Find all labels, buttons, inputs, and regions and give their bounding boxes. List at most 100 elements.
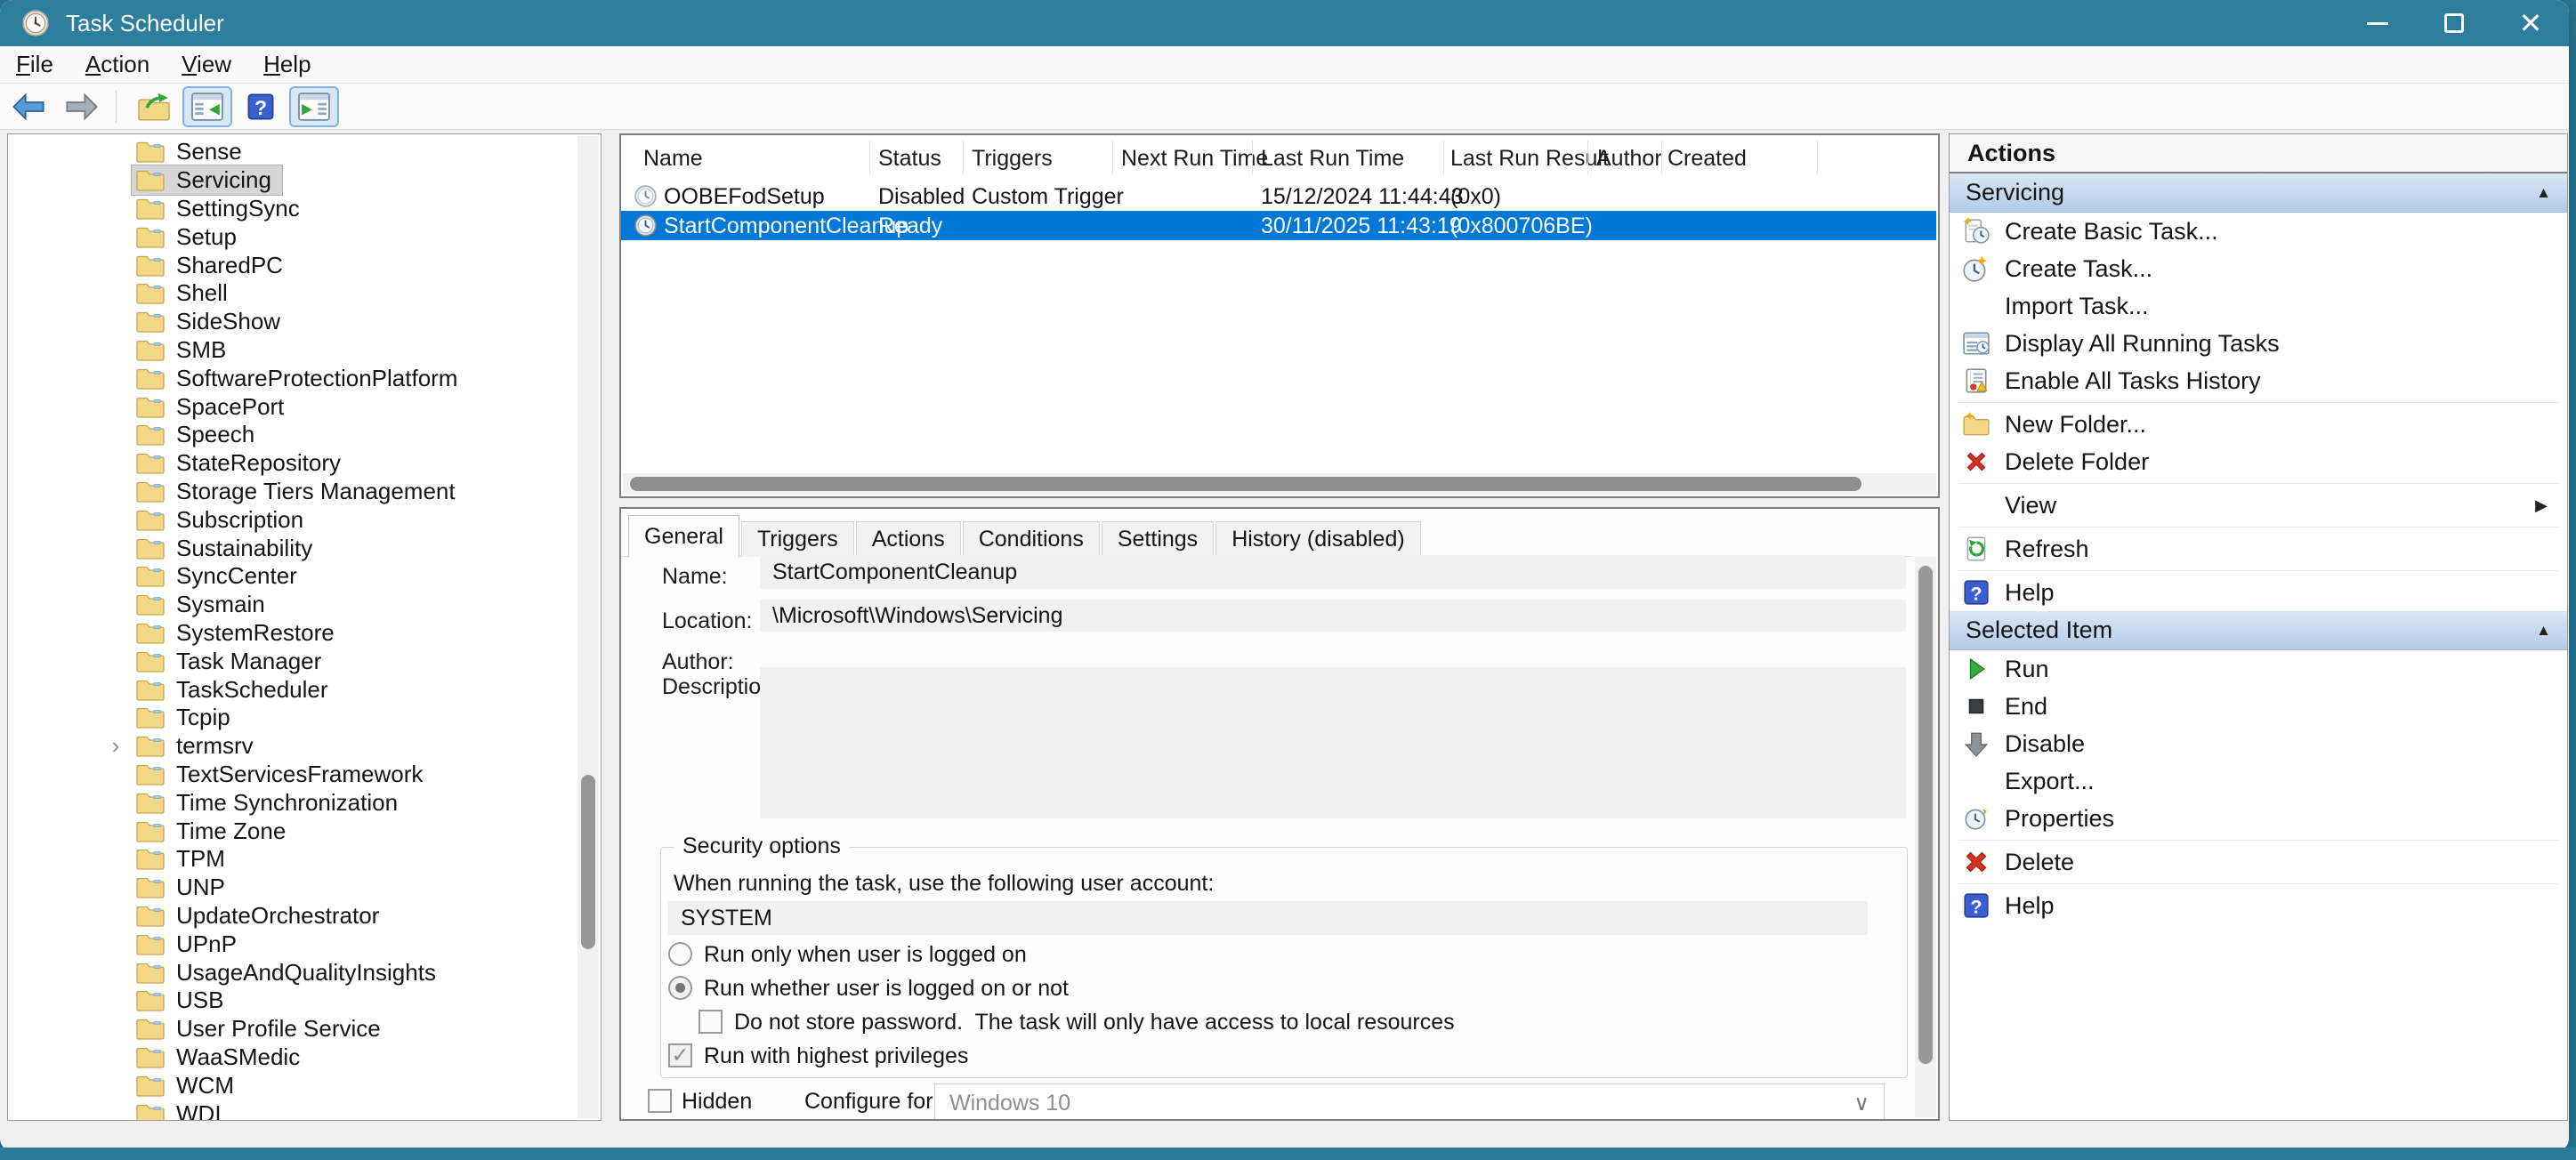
menu-action[interactable]: Action [69,51,166,78]
column-header-author[interactable]: Author [1596,146,1662,172]
tree-node-box[interactable]: Storage Tiers Management [131,476,467,507]
radio-run-only-logged-on-label[interactable]: Run only when user is logged on [704,942,1027,968]
tree-item-sysmain[interactable]: Sysmain [8,591,576,619]
tree-item-usb[interactable]: USB [8,987,576,1015]
tree-item-wcm[interactable]: WCM [8,1071,576,1100]
titlebar[interactable]: Task Scheduler ✕ [0,0,2569,46]
column-header-name[interactable]: Name [643,146,703,172]
tree-item-spaceport[interactable]: SpacePort [8,392,576,421]
radio-run-logged-on-or-not[interactable] [668,976,692,1000]
tab-settings[interactable]: Settings [1102,521,1214,557]
tree-node-box[interactable]: SMB [131,334,238,366]
menu-help[interactable]: Help [247,51,327,78]
tree-node-box[interactable]: SharedPC [131,250,295,281]
tree-node-box[interactable]: Sense [131,138,254,167]
column-separator[interactable] [1252,141,1253,174]
tree-item-sideshow[interactable]: SideShow [8,308,576,336]
tree-item-systemrestore[interactable]: SystemRestore [8,619,576,648]
tab-conditions[interactable]: Conditions [963,521,1100,557]
action-item-create-task[interactable]: Create Task... [1950,250,2567,287]
checkbox-hidden[interactable] [648,1089,672,1113]
tree-node-box[interactable]: Setup [131,222,248,253]
tree-node-box[interactable]: Subscription [131,504,315,536]
tree-item-termsrv[interactable]: ›termsrv [8,732,576,761]
maximize-icon[interactable] [2416,0,2492,46]
tree-node-box[interactable]: SettingSync [131,193,311,224]
tab-actions[interactable]: Actions [856,521,961,557]
column-header-last-run-result[interactable]: Last Run Result [1450,146,1609,172]
tree-node-box[interactable]: TextServicesFramework [131,759,434,790]
checkbox-hidden-label[interactable]: Hidden [682,1089,752,1115]
tree-item-setup[interactable]: Setup [8,222,576,251]
action-item-properties[interactable]: Properties [1950,800,2567,837]
action-item-help[interactable]: ?Help [1950,887,2567,924]
tree-node-box[interactable]: WDI [131,1099,233,1121]
action-item-export[interactable]: Export... [1950,762,2567,800]
action-item-import-task[interactable]: Import Task... [1950,287,2567,325]
forward-icon[interactable] [57,86,107,127]
minimize-icon[interactable] [2339,0,2416,46]
column-separator[interactable] [1661,141,1662,174]
tree-vertical-scrollbar[interactable] [577,136,599,1118]
tree-item-unp[interactable]: UNP [8,874,576,902]
radio-run-only-logged-on[interactable] [668,942,692,966]
column-header-last-run-time[interactable]: Last Run Time [1261,146,1404,172]
tree-item-speech[interactable]: Speech [8,421,576,449]
close-icon[interactable]: ✕ [2492,0,2569,46]
action-item-end[interactable]: End [1950,688,2567,725]
column-header-next-run-time[interactable]: Next Run Time [1121,146,1268,172]
tab-general[interactable]: General [628,515,739,557]
tree-item-subscription[interactable]: Subscription [8,505,576,534]
tree-item-softwareprotectionplatform[interactable]: SoftwareProtectionPlatform [8,364,576,392]
tree-node-box[interactable]: Sustainability [131,533,324,564]
details-vertical-scrollbar[interactable] [1915,557,1936,1117]
action-item-view[interactable]: View▶ [1950,487,2567,524]
tree-item-sharedpc[interactable]: SharedPC [8,251,576,279]
column-separator[interactable] [1587,141,1588,174]
tree-node-box[interactable]: UPnP [131,929,248,960]
action-item-disable[interactable]: Disable [1950,725,2567,762]
expander-chevron-icon[interactable]: › [101,732,131,760]
radio-run-logged-on-or-not-label[interactable]: Run whether user is logged on or not [704,976,1069,1002]
column-header-triggers[interactable]: Triggers [972,146,1053,172]
task-row-oobefodsetup[interactable]: OOBEFodSetupDisabledCustom Trigger15/12/… [621,181,1936,211]
collapse-arrow-icon[interactable]: ▲ [2536,622,2551,640]
collapse-arrow-icon[interactable]: ▲ [2536,184,2551,202]
tree-node-box[interactable]: WCM [131,1070,246,1101]
tree-node-box[interactable]: TPM [131,843,237,874]
menu-view[interactable]: View [166,51,247,78]
tree-item-sense[interactable]: Sense [8,138,576,166]
tree-item-storage-tiers-management[interactable]: Storage Tiers Management [8,478,576,506]
tree-item-taskscheduler[interactable]: TaskScheduler [8,675,576,704]
details-scrollbar-thumb[interactable] [1918,566,1933,1064]
tree-item-tcpip[interactable]: Tcpip [8,704,576,732]
column-separator[interactable] [869,141,870,174]
checkbox-run-highest-privileges[interactable]: ✓ [668,1043,692,1067]
task-row-startcomponentcleanup[interactable]: StartComponentCleanupReady30/11/2025 11:… [621,211,1936,240]
action-item-new-folder[interactable]: New Folder... [1950,406,2567,443]
tab-history-disabled[interactable]: History (disabled) [1215,521,1421,557]
tree-node-box[interactable]: Servicing [131,165,283,196]
column-separator[interactable] [1817,141,1818,174]
column-separator[interactable] [1443,141,1444,174]
action-pane-toggle-icon[interactable] [289,86,339,127]
column-separator[interactable] [963,141,964,174]
back-icon[interactable] [4,86,53,127]
tree-node-box[interactable]: UpdateOrchestrator [131,900,391,931]
tree-node-box[interactable]: Time Zone [131,816,297,847]
action-group-header-servicing[interactable]: Servicing▲ [1950,173,2567,213]
action-item-run[interactable]: Run [1950,650,2567,688]
tree-scrollbar-thumb[interactable] [581,775,595,949]
tree-item-servicing[interactable]: Servicing [8,166,576,195]
help-toolbar-icon[interactable]: ? [236,86,286,127]
tree-node-box[interactable]: Task Manager [131,646,333,677]
action-item-delete[interactable]: Delete [1950,843,2567,881]
task-list-scrollbar-thumb[interactable] [630,477,1861,491]
checkbox-do-not-store-password[interactable] [699,1010,723,1034]
tree-item-synccenter[interactable]: SyncCenter [8,562,576,591]
tree-item-tpm[interactable]: TPM [8,845,576,874]
tree-node-box[interactable]: SyncCenter [131,560,309,592]
tree-item-upnp[interactable]: UPnP [8,930,576,958]
action-item-enable-all-tasks-history[interactable]: Enable All Tasks History [1950,362,2567,399]
tree-node-box[interactable]: SoftwareProtectionPlatform [131,363,469,394]
